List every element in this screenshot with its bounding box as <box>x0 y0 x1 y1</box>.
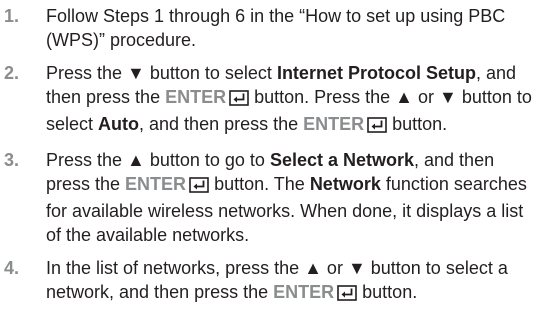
enter-key-icon <box>367 115 387 139</box>
step-text-segment: , and then press the <box>139 114 304 134</box>
step-text-segment: button. <box>357 282 418 302</box>
menu-term: Auto <box>98 114 140 134</box>
step-text: In the list of networks, press the ▲ or … <box>46 256 543 307</box>
menu-term: Select a Network <box>269 150 415 170</box>
menu-term: Network <box>309 174 381 194</box>
step-number: 4. <box>4 258 20 278</box>
enter-key-label: ENTER <box>273 282 335 302</box>
step-number: 2. <box>4 63 20 83</box>
list-item: 1. Follow Steps 1 through 6 in the “How t… <box>4 4 543 52</box>
step-text: Press the ▲ button to go to Select a Net… <box>46 148 543 247</box>
list-item: 4. In the list of networks, press the ▲ o… <box>4 256 543 307</box>
enter-key-icon <box>337 283 357 307</box>
enter-key-label: ENTER <box>125 174 187 194</box>
step-text-segment: Press the ▼ button to select <box>46 63 277 83</box>
step-number: 1. <box>4 6 20 26</box>
enter-key-label: ENTER <box>165 87 227 107</box>
step-text: Press the ▼ button to select Internet Pr… <box>46 61 543 139</box>
step-text-segment: button. <box>387 114 448 134</box>
enter-key-label: ENTER <box>303 114 365 134</box>
menu-term: Internet Protocol Setup <box>276 63 476 83</box>
enter-key-icon <box>189 175 209 199</box>
step-number: 3. <box>4 150 20 170</box>
step-list: 1. Follow Steps 1 through 6 in the “How t… <box>4 4 543 307</box>
step-text-segment: button. The <box>209 174 310 194</box>
list-item: 2. Press the ▼ button to select Internet … <box>4 61 543 139</box>
instruction-page: 1. Follow Steps 1 through 6 in the “How t… <box>0 0 557 331</box>
step-text: Follow Steps 1 through 6 in the “How to … <box>46 4 543 52</box>
step-text-segment: Press the ▲ button to go to <box>46 150 270 170</box>
list-item: 3. Press the ▲ button to go to Select a N… <box>4 148 543 247</box>
step-text-segment: Follow Steps 1 through 6 in the “How to … <box>46 6 506 50</box>
enter-key-icon <box>229 88 249 112</box>
